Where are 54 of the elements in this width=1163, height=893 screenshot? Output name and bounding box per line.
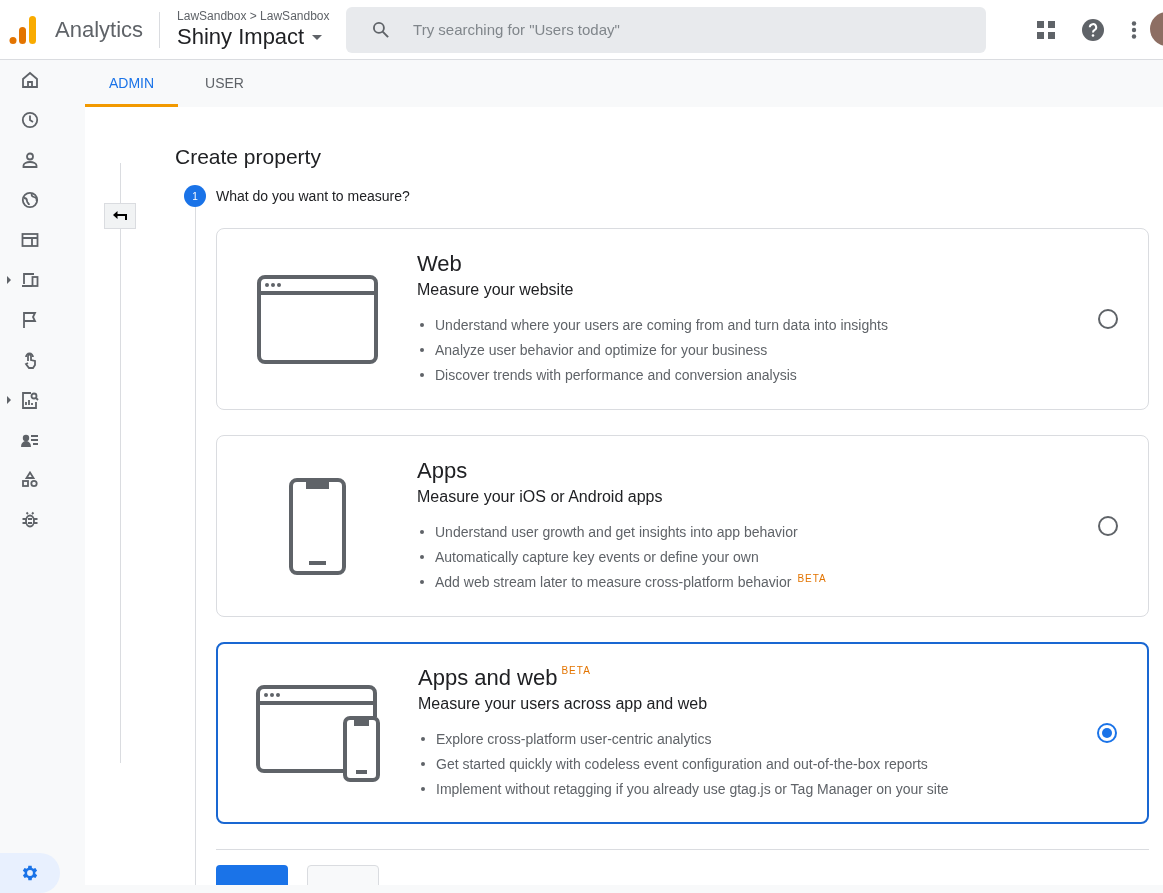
radio-button[interactable] bbox=[1098, 516, 1118, 536]
settings-button[interactable] bbox=[0, 853, 60, 893]
search-field[interactable]: Try searching for "Users today" bbox=[346, 6, 987, 53]
devices-icon bbox=[21, 271, 39, 289]
beta-label: BETA bbox=[797, 572, 827, 584]
radio-button[interactable] bbox=[1097, 723, 1117, 743]
tab[interactable]: USER bbox=[178, 60, 271, 107]
report-search-icon bbox=[21, 391, 39, 409]
feature-text: Automatically capture key events or define your own bbox=[435, 549, 759, 565]
flag-icon bbox=[21, 311, 39, 329]
option-subtitle: Measure your users across app and web bbox=[418, 694, 709, 713]
person-icon bbox=[21, 151, 39, 169]
breadcrumb[interactable]: LawSandbox > LawSandbox bbox=[177, 9, 347, 23]
property-selector[interactable]: Shiny Impact bbox=[177, 24, 347, 50]
option-title: Apps bbox=[417, 457, 468, 484]
caret-icon[interactable] bbox=[312, 34, 323, 40]
option-subtitle: Measure your website bbox=[417, 280, 575, 299]
step-number: 1 bbox=[184, 185, 206, 207]
help-icon[interactable] bbox=[1082, 18, 1105, 41]
expand-arrow-icon[interactable] bbox=[7, 276, 11, 284]
home-icon bbox=[21, 71, 39, 89]
beta-label: BETA bbox=[561, 664, 591, 676]
browser-window-icon bbox=[256, 274, 378, 364]
bug-icon bbox=[21, 511, 39, 529]
feature-text: Add web stream later to measure cross-platform behavior bbox=[435, 574, 792, 590]
option-title: Apps and web bbox=[418, 664, 558, 691]
logo-icon bbox=[9, 13, 37, 46]
back-arrow-icon bbox=[113, 211, 127, 221]
expand-arrow-icon[interactable] bbox=[7, 396, 11, 404]
option-card[interactable] bbox=[216, 642, 1149, 824]
feature-text: Explore cross-platform user-centric analytics bbox=[436, 731, 712, 747]
option-subtitle: Measure your iOS or Android apps bbox=[417, 487, 664, 506]
clock-icon bbox=[21, 111, 39, 129]
feature-text: Understand where your users are coming from and turn data into insights bbox=[435, 317, 888, 333]
more-icon[interactable] bbox=[1131, 20, 1138, 39]
settings-icon bbox=[20, 863, 40, 883]
page-title: Create property bbox=[175, 145, 322, 169]
product-name: Analytics bbox=[55, 16, 144, 43]
collapse-button[interactable] bbox=[104, 203, 136, 229]
browser-and-phone-icon bbox=[255, 684, 381, 782]
feature-text: Implement without retagging if you already use gtag.js or Tag Manager on your site bbox=[436, 781, 949, 797]
step-label: What do you want to measure? bbox=[216, 188, 410, 204]
feature-text: Get started quickly with codeless event configuration and out-of-the-box reports bbox=[436, 756, 928, 772]
radio-button[interactable] bbox=[1098, 309, 1118, 329]
apps-grid-icon[interactable] bbox=[1037, 20, 1056, 39]
feature-text: Discover trends with performance and conversion analysis bbox=[435, 367, 797, 383]
feature-text: Understand user growth and get insights into app behavior bbox=[435, 524, 798, 540]
globe-icon bbox=[21, 191, 39, 209]
shapes-icon bbox=[21, 471, 39, 489]
option-title: Web bbox=[417, 250, 462, 277]
layout-icon bbox=[21, 231, 39, 249]
feature-text: Analyze user behavior and optimize for your business bbox=[435, 342, 768, 358]
search-icon bbox=[371, 19, 392, 40]
smartphone-icon bbox=[288, 477, 346, 575]
